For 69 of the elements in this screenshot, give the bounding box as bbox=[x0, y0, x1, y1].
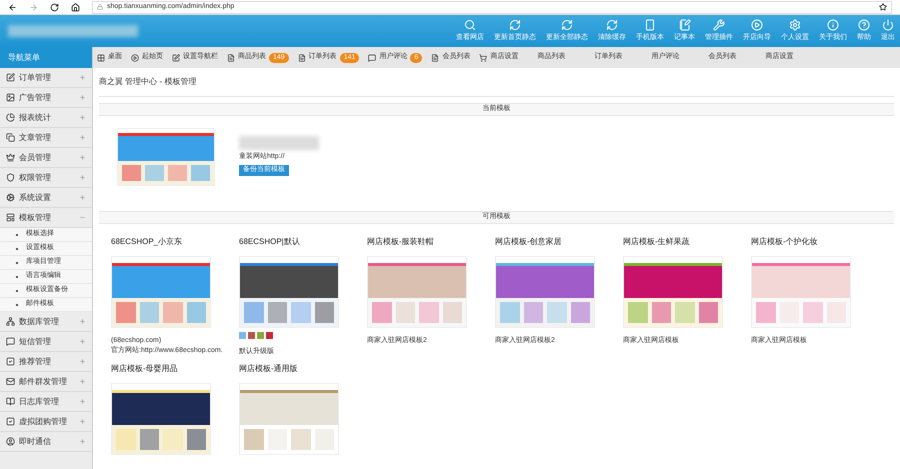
forward-icon[interactable] bbox=[29, 2, 38, 12]
network-icon bbox=[6, 317, 15, 326]
sidebar-item[interactable]: 订单管理 bbox=[0, 68, 92, 88]
sidebar-item[interactable]: 邮件群发管理 bbox=[0, 372, 92, 392]
refresh-icon bbox=[509, 18, 521, 31]
sidebar-item[interactable]: 权限管理 bbox=[0, 168, 92, 188]
template-name: 68ECSHOP_小京东 bbox=[111, 236, 184, 248]
refresh-icon bbox=[606, 18, 618, 31]
sidebar-item[interactable]: 即时通信 bbox=[0, 432, 92, 452]
lock-icon bbox=[97, 4, 103, 10]
template-name: 68ECSHOP|默认 bbox=[239, 236, 301, 248]
sidebar-title: 导航菜单 bbox=[0, 47, 92, 68]
sidebar-item[interactable]: 会员管理 bbox=[0, 148, 92, 168]
template-name: 网店模板-母婴用品 bbox=[111, 363, 179, 375]
sidebar-item[interactable]: 数据库管理 bbox=[0, 312, 92, 332]
refresh-icon[interactable] bbox=[50, 2, 59, 12]
checkbox-icon bbox=[6, 417, 15, 426]
wrench-icon bbox=[713, 18, 725, 31]
refresh-icon bbox=[561, 18, 573, 31]
gear-icon bbox=[6, 193, 15, 202]
crown-icon bbox=[6, 153, 15, 162]
search-icon bbox=[464, 18, 476, 31]
sidebar-item[interactable]: 推荐管理 bbox=[0, 352, 92, 372]
settings-icon bbox=[789, 18, 801, 31]
sidebar-item[interactable]: 广告管理 bbox=[0, 88, 92, 108]
breadcrumb: 商之翼 管理中心 - 模板管理 bbox=[99, 68, 894, 97]
sidebar-item[interactable]: 系统设置 bbox=[0, 188, 92, 208]
star-icon[interactable] bbox=[879, 3, 887, 11]
info-icon bbox=[827, 18, 839, 31]
sidebar-item[interactable]: 报表统计 bbox=[0, 108, 92, 128]
grid-icon bbox=[97, 54, 105, 62]
book-icon bbox=[6, 397, 15, 406]
notebook-icon bbox=[678, 18, 690, 31]
template-name: 网店模板-个护化妆 bbox=[751, 236, 819, 248]
color-swatch[interactable] bbox=[266, 332, 273, 339]
document-icon bbox=[431, 54, 440, 62]
color-swatch[interactable] bbox=[239, 332, 246, 339]
back-icon[interactable] bbox=[8, 2, 17, 12]
phone-icon bbox=[644, 18, 656, 31]
power-icon bbox=[882, 18, 894, 31]
image-icon bbox=[6, 93, 15, 102]
user-icon bbox=[6, 437, 15, 446]
play-icon bbox=[751, 18, 763, 31]
document-icon bbox=[227, 54, 235, 62]
copy-icon bbox=[6, 133, 15, 142]
sidebar-item[interactable]: 文章管理 bbox=[0, 128, 92, 148]
sidebar-item[interactable]: 短信管理 bbox=[0, 332, 92, 352]
template-name: 网店模板-通用版 bbox=[239, 363, 299, 375]
mail-icon bbox=[6, 377, 15, 386]
home-icon[interactable] bbox=[71, 2, 80, 12]
shield-icon bbox=[6, 173, 15, 182]
layout-icon bbox=[6, 213, 15, 222]
sidebar-item[interactable]: 日志库管理 bbox=[0, 392, 92, 412]
template-name: 网店模板-服装鞋帽 bbox=[367, 236, 435, 248]
document-icon bbox=[298, 54, 306, 62]
edit-icon bbox=[172, 54, 180, 62]
template-name: 网店模板-创意家居 bbox=[495, 236, 563, 248]
sidebar-item[interactable]: 虚拟团购管理 bbox=[0, 412, 92, 432]
color-swatch[interactable] bbox=[257, 332, 264, 339]
chat-icon bbox=[6, 337, 15, 346]
chat-icon bbox=[368, 54, 376, 62]
color-swatch[interactable] bbox=[248, 332, 255, 339]
pie-chart-icon bbox=[6, 113, 15, 122]
edit-icon bbox=[6, 73, 15, 82]
template-name: 网店模板-生鲜果蔬 bbox=[623, 236, 691, 248]
cart-icon bbox=[479, 54, 488, 62]
help-icon bbox=[858, 18, 870, 31]
play-icon bbox=[131, 54, 139, 62]
checkbox-icon bbox=[6, 357, 15, 366]
